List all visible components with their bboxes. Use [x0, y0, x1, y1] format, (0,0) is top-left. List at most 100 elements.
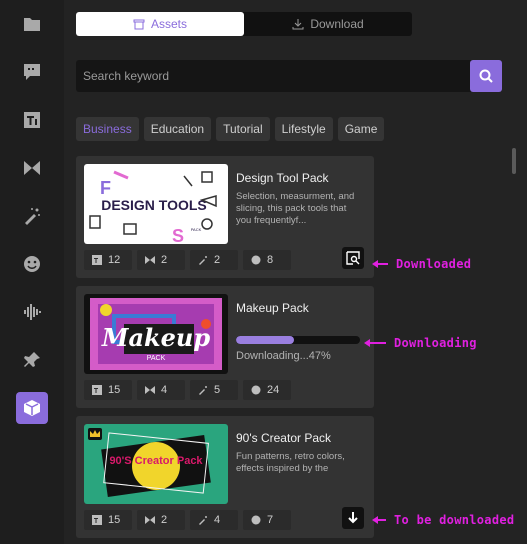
stat-sticker-count: 8	[267, 254, 274, 266]
stat-text: 15	[84, 380, 132, 400]
category-education[interactable]: Education	[143, 117, 212, 141]
transition-icon[interactable]	[16, 152, 48, 184]
stat-text-count: 12	[108, 254, 121, 266]
transition-icon	[145, 516, 155, 524]
stat-transition: 2	[137, 510, 185, 530]
pack-thumbnail: Makeup PACK	[84, 294, 228, 374]
stat-sticker-count: 7	[267, 514, 274, 526]
pack-card-design-tool[interactable]: F DESIGN TOOLS PACK S Design Tool Pack S…	[76, 156, 374, 278]
annotation-downloading: Downloading	[364, 336, 477, 350]
svg-text:F: F	[100, 178, 111, 198]
text-icon[interactable]	[16, 104, 48, 136]
stat-text: 12	[84, 250, 132, 270]
premium-crown-icon	[88, 428, 102, 440]
pack-thumbnail: F DESIGN TOOLS PACK S	[84, 164, 228, 244]
download-progress-text: Downloading...47%	[236, 350, 331, 362]
stat-text-count: 15	[108, 514, 121, 526]
stat-effect: 2	[190, 250, 238, 270]
stat-effect-count: 2	[214, 254, 221, 266]
locate-button[interactable]	[342, 247, 364, 269]
annotation-label: Downloading	[394, 336, 477, 350]
pack-thumbnail: 90'S Creator Pack	[84, 424, 228, 504]
stat-effect-count: 5	[214, 384, 221, 396]
stat-effect: 4	[190, 510, 238, 530]
transition-icon	[145, 256, 155, 264]
box-icon[interactable]	[16, 392, 48, 424]
main-panel: Assets Download Business Education Tutor…	[64, 0, 527, 544]
sidebar	[0, 0, 64, 544]
annotation-label: Downloaded	[396, 257, 472, 271]
stat-sticker: 7	[243, 510, 291, 530]
annotation-to-be-downloaded: To be downloaded	[372, 513, 514, 527]
sticker-icon[interactable]	[16, 248, 48, 280]
thumb-title: 90'S Creator Pack	[109, 455, 203, 467]
pack-title: Design Tool Pack	[236, 171, 329, 185]
folder-icon[interactable]	[16, 8, 48, 40]
pack-card-90s-creator[interactable]: 90'S Creator Pack 90's Creator Pack Fun …	[76, 416, 374, 538]
pack-title: Makeup Pack	[236, 301, 309, 315]
stat-transition-count: 4	[161, 384, 168, 396]
tab-download[interactable]: Download	[244, 12, 412, 36]
stat-sticker: 24	[243, 380, 291, 400]
thumb-subtitle: PACK	[191, 227, 202, 232]
search-icon	[479, 69, 493, 83]
search-button[interactable]	[470, 60, 502, 92]
thumb-subtitle: PACK	[147, 355, 166, 362]
annotation-downloaded: Downloaded	[372, 257, 471, 271]
transition-icon	[145, 386, 155, 394]
sticker-icon	[251, 385, 261, 395]
pack-description: Selection, measurment, and slicing, this…	[236, 191, 355, 226]
stat-sticker-count: 24	[267, 384, 280, 396]
text-icon	[92, 255, 102, 265]
stat-effect: 5	[190, 380, 238, 400]
tab-assets[interactable]: Assets	[76, 12, 244, 36]
stat-transition-count: 2	[161, 254, 168, 266]
text-icon	[92, 515, 102, 525]
pack-title: 90's Creator Pack	[236, 431, 331, 445]
pin-icon[interactable]	[16, 344, 48, 376]
pack-card-makeup[interactable]: Makeup PACK Makeup Pack Downloading...47…	[76, 286, 374, 408]
download-progress-fill	[236, 336, 295, 344]
category-business[interactable]: Business	[76, 117, 139, 141]
stat-sticker: 8	[243, 250, 291, 270]
magic-wand-icon[interactable]	[16, 200, 48, 232]
magic-wand-icon	[199, 256, 207, 265]
pack-stats: 15 2 4 7	[84, 510, 291, 530]
tab-assets-label: Assets	[150, 17, 187, 31]
text-icon	[92, 385, 102, 395]
box-icon	[133, 19, 145, 30]
download-arrow-icon	[348, 512, 358, 524]
chat-icon[interactable]	[16, 56, 48, 88]
sticker-icon	[251, 255, 261, 265]
tab-download-label: Download	[310, 17, 364, 31]
pack-stats: 12 2 2 8	[84, 250, 291, 270]
scrollbar[interactable]	[512, 148, 516, 174]
category-lifestyle[interactable]: Lifestyle	[274, 117, 333, 141]
annotation-line	[378, 519, 386, 521]
magic-wand-icon	[199, 386, 207, 395]
thumb-title: Makeup	[101, 323, 210, 352]
pack-description: Fun patterns, retro colors, effects insp…	[236, 451, 345, 474]
assets-download-toggle: Assets Download	[76, 12, 412, 36]
search-input[interactable]	[76, 60, 470, 92]
sticker-icon	[251, 515, 261, 525]
stat-effect-count: 4	[214, 514, 221, 526]
annotation-line	[378, 263, 388, 265]
download-progress-bar	[236, 336, 360, 344]
magic-wand-icon	[199, 516, 207, 525]
svg-text:S: S	[172, 226, 184, 244]
audio-icon[interactable]	[16, 296, 48, 328]
annotation-line	[370, 342, 386, 344]
category-tabs: Business Education Tutorial Lifestyle Ga…	[76, 117, 385, 141]
search-bar	[76, 60, 502, 92]
download-icon	[292, 19, 304, 30]
category-tutorial[interactable]: Tutorial	[216, 117, 270, 141]
locate-file-icon	[346, 251, 360, 265]
download-button[interactable]	[342, 507, 364, 529]
thumb-title: DESIGN TOOLS	[101, 197, 207, 213]
pack-stats: 15 4 5 24	[84, 380, 291, 400]
category-game[interactable]: Game	[337, 117, 385, 141]
stat-transition: 4	[137, 380, 185, 400]
stat-transition: 2	[137, 250, 185, 270]
stat-transition-count: 2	[161, 514, 168, 526]
